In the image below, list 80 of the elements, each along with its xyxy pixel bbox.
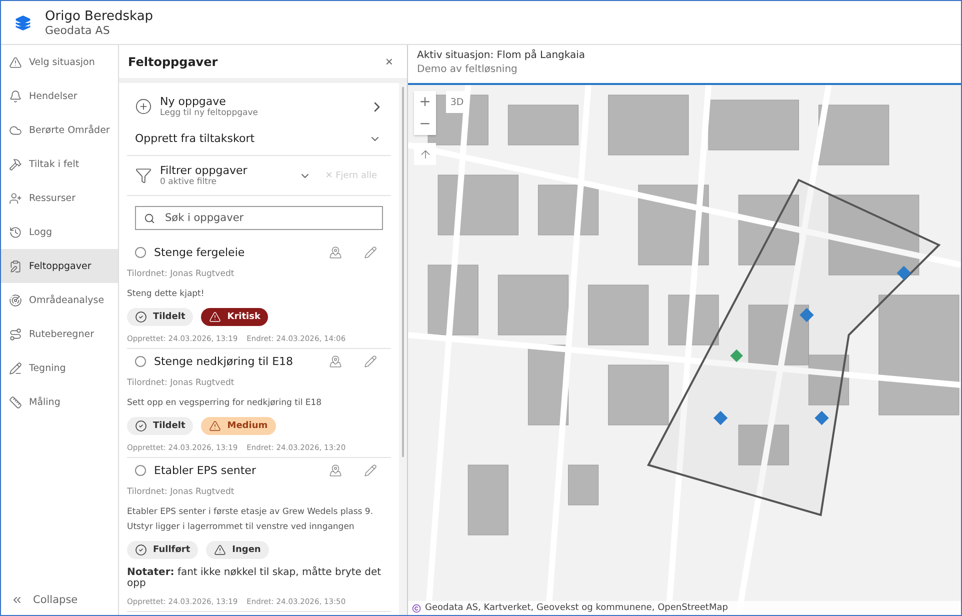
new-task-title: Ny oppgave <box>160 95 227 108</box>
task-assignee: Tilordnet: Jonas Rugtvedt <box>127 378 236 388</box>
situation-title: Aktiv situasjon: Flom på Langkaia <box>417 50 586 61</box>
map-edit-icon[interactable] <box>329 464 342 477</box>
search-icon <box>144 212 155 224</box>
task-assignee: Tilordnet: Jonas Rugtvedt <box>127 487 236 497</box>
pencil-icon[interactable] <box>364 355 377 368</box>
task-title: Etabler EPS senter <box>154 464 257 477</box>
sidebar-item[interactable]: Logg <box>1 215 118 249</box>
task-description: Steng dette kjapt! <box>127 288 206 301</box>
task-assignee: Tilordnet: Jonas Rugtvedt <box>127 269 236 279</box>
warning-icon <box>209 311 222 323</box>
sidebar-item-icon <box>9 260 22 272</box>
layers-logo-icon <box>15 14 31 30</box>
sidebar-item[interactable]: Tegning <box>1 351 118 385</box>
task-description: Etabler EPS senter i første etasje av Grew Wedels plass 9. Utstyr ligger i lagerrommet til venstre ved inngangen <box>127 506 374 534</box>
double-chevron-icon <box>11 594 23 606</box>
search-field[interactable]: Søk i oppgaver <box>135 206 383 230</box>
sidebar-item-icon <box>9 192 22 204</box>
sidebar-item-icon <box>9 56 22 68</box>
sidebar-item[interactable]: Ruteberegner <box>1 317 118 351</box>
copyright-icon <box>412 604 421 612</box>
task-radio[interactable] <box>135 465 146 476</box>
filter-title: Filtrer oppgaver <box>160 164 248 177</box>
sidebar-item[interactable]: Berørte Områder <box>1 113 118 147</box>
task-radio[interactable] <box>135 356 146 367</box>
pencil-icon[interactable] <box>364 464 377 477</box>
sidebar-item-icon <box>9 328 22 340</box>
map-edit-icon[interactable] <box>329 246 342 259</box>
task-title: Stenge nedkjøring til E18 <box>154 355 294 368</box>
status-tag: Tildelt <box>127 308 194 326</box>
plus-circle-icon <box>135 98 152 115</box>
priority-tag: Kritisk <box>201 308 268 326</box>
sidebar-item[interactable]: Områdeanalyse <box>1 283 118 317</box>
sidebar-item[interactable]: Ressurser <box>1 181 118 215</box>
scrollbar-thumb[interactable] <box>402 87 404 457</box>
collapse-button[interactable]: Collapse <box>1 585 118 615</box>
check-circle-icon <box>135 311 147 323</box>
create-from-dropdown[interactable]: Opprett fra tiltakskort <box>127 126 391 156</box>
sidebar-item-icon <box>9 124 22 136</box>
check-circle-icon <box>135 420 147 432</box>
sidebar-item-icon <box>9 362 22 374</box>
warning-icon <box>209 420 222 432</box>
sidebar-item-icon <box>9 294 22 306</box>
status-tag: Fullført <box>127 541 198 559</box>
new-task-subtitle: Legg til ny feltoppgave <box>160 108 259 118</box>
compass-button[interactable] <box>414 143 436 165</box>
sidebar-item-icon <box>9 226 22 238</box>
search-input[interactable]: Søk i oppgaver <box>163 211 374 225</box>
panel-title: Feltoppgaver <box>128 54 218 68</box>
sidebar-item[interactable]: Feltoppgaver <box>1 249 118 283</box>
task-radio[interactable] <box>135 247 146 258</box>
priority-tag: Ingen <box>206 541 269 559</box>
filter-icon <box>135 167 152 184</box>
status-tag: Tildelt <box>127 417 194 435</box>
sidebar-item-icon <box>9 158 22 170</box>
filter-count: 0 aktive filtre <box>160 177 218 187</box>
sidebar-item[interactable]: Velg situasjon <box>1 45 118 79</box>
zoom-in-button[interactable]: + <box>414 91 436 113</box>
app-title: Origo Beredskap <box>45 8 154 24</box>
sidebar-item[interactable]: Måling <box>1 385 118 419</box>
task-description: Sett opp en vegsperring for nedkjøring til E18 <box>127 397 323 410</box>
sidebar-item[interactable]: Hendelser <box>1 79 118 113</box>
situation-subtitle: Demo av feltløsning <box>417 64 518 75</box>
sidebar-item-icon <box>9 396 22 408</box>
task-notes: Notater: fant ikke nøkkel til skap, måtte bryte det opp <box>127 567 382 589</box>
pencil-icon[interactable] <box>364 246 377 259</box>
sidebar-item-icon <box>9 90 22 102</box>
attribution-text: Geodata AS, Kartverket, Geovekst og kommunene, OpenStreetMap <box>425 603 728 613</box>
new-task-button[interactable]: Ny oppgave Legg til ny feltoppgave <box>127 83 391 126</box>
sidebar-item[interactable]: Tiltak i felt <box>1 147 118 181</box>
task-title: Stenge fergeleie <box>154 246 246 259</box>
app-subtitle: Geodata AS <box>45 24 111 36</box>
map-edit-icon[interactable] <box>329 355 342 368</box>
check-circle-icon <box>135 544 147 556</box>
zoom-out-button[interactable]: − <box>414 113 436 135</box>
close-button[interactable]: × <box>383 54 395 69</box>
warning-icon <box>214 544 226 556</box>
priority-tag: Medium <box>201 417 276 435</box>
arrow-up-icon <box>418 148 432 160</box>
